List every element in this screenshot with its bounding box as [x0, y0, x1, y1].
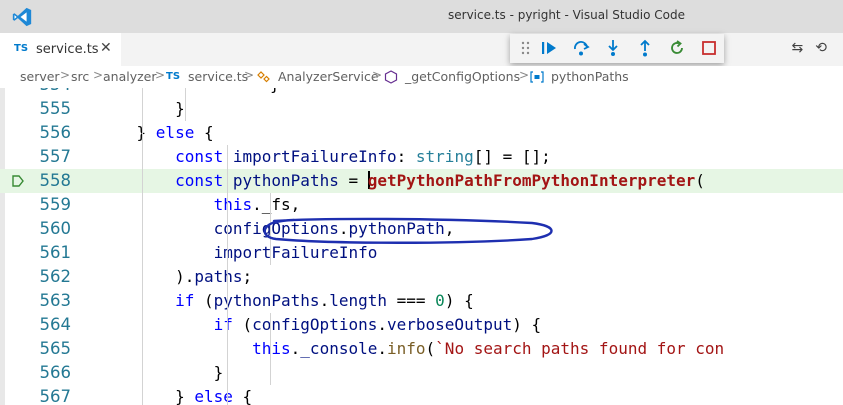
code-text: configOptions.pythonPath,: [213, 219, 455, 238]
title-bar: service.ts - pyright - Visual Studio Cod…: [0, 0, 843, 33]
breadcrumb-analyzer-service[interactable]: AnalyzerService: [278, 69, 379, 84]
code-text: this._console.info(`No search paths foun…: [252, 339, 725, 358]
line-number: 563: [39, 291, 72, 310]
code-line: 557 const importFailureInfo: string[] = …: [0, 145, 843, 169]
code-line: 566 }: [0, 361, 843, 385]
code-line-current: 558 const pythonPaths = getPythonPathFro…: [0, 169, 843, 193]
code-line: 560 configOptions.pythonPath,: [0, 217, 843, 241]
line-number: 564: [39, 315, 72, 334]
compare-changes-icon[interactable]: ⇆: [792, 40, 816, 56]
line-number: 555: [39, 99, 72, 118]
line-number: 554: [10, 88, 72, 97]
code-line: 562 ).paths;: [0, 265, 843, 289]
breadcrumb-src[interactable]: src: [71, 69, 89, 84]
code-text: }: [175, 99, 185, 118]
debug-toolbar: [510, 34, 724, 63]
line-number: 557: [39, 147, 72, 166]
code-text: if (pythonPaths.length === 0) {: [175, 291, 474, 310]
breadcrumb-get-config-options[interactable]: _getConfigOptions: [405, 69, 520, 84]
window-title: service.ts - pyright - Visual Studio Cod…: [448, 8, 685, 22]
code-line: 564 if (configOptions.verboseOutput) {: [0, 313, 843, 337]
code-text: } else {: [136, 123, 214, 142]
code-text: } else {: [175, 387, 253, 405]
step-into-icon[interactable]: [603, 38, 623, 58]
line-number: 562: [39, 267, 72, 286]
breadcrumb-separator: >: [60, 68, 71, 82]
code-line: 563 if (pythonPaths.length === 0) {: [0, 289, 843, 313]
variable-icon: [530, 71, 544, 83]
breadcrumb-service-ts[interactable]: service.ts: [188, 69, 248, 84]
line-number: 565: [39, 339, 72, 358]
line-number: 559: [39, 195, 72, 214]
breadcrumb-separator: >: [244, 68, 255, 82]
typescript-file-icon: TS: [166, 71, 181, 82]
restart-icon[interactable]: [667, 38, 687, 58]
breadcrumb-analyzer[interactable]: analyzer: [103, 69, 157, 84]
indent-guide: [270, 193, 271, 265]
code-line: 555 }: [0, 97, 843, 121]
code-line: 556 } else {: [0, 121, 843, 145]
indent-guide: [185, 88, 186, 121]
line-number: 567: [39, 387, 72, 405]
code-text: this._fs,: [213, 195, 301, 214]
step-over-icon[interactable]: [571, 38, 591, 58]
indent-guide: [270, 313, 271, 385]
code-text: ).paths;: [175, 267, 253, 286]
code-line: 565 this._console.info(`No search paths …: [0, 337, 843, 361]
stop-icon[interactable]: [699, 38, 719, 58]
code-text: }: [213, 363, 224, 382]
breadcrumb-separator: >: [93, 68, 104, 82]
code-text: const pythonPaths = getPythonPathFromPyt…: [175, 171, 705, 190]
line-number: 558: [39, 171, 72, 190]
go-back-icon[interactable]: ⟲: [815, 40, 839, 56]
method-icon: [384, 70, 398, 84]
line-number: 561: [39, 243, 72, 262]
code-line: 559 this._fs,: [0, 193, 843, 217]
typescript-file-icon: TS: [14, 43, 29, 54]
continue-icon[interactable]: [539, 38, 559, 58]
class-icon: [257, 71, 270, 83]
breadcrumb-python-paths[interactable]: pythonPaths: [551, 69, 629, 84]
code-text: }: [98, 88, 843, 97]
tab-label: service.ts: [36, 42, 99, 57]
line-number: 566: [39, 363, 72, 382]
breadcrumb-separator: >: [372, 68, 383, 82]
indent-guide: [142, 88, 143, 405]
code-line: 567 } else {: [0, 385, 843, 405]
line-number: 560: [39, 219, 72, 238]
step-out-icon[interactable]: [635, 38, 655, 58]
editor-actions: ⇆⟲: [792, 40, 839, 56]
code-line: 554 }: [0, 88, 843, 97]
breadcrumb-separator: >: [519, 68, 530, 82]
tab-service-ts[interactable]: TS service.ts ✕: [0, 33, 121, 66]
code-line: 561 importFailureInfo: [0, 241, 843, 265]
breadcrumb-server[interactable]: server: [20, 69, 60, 84]
indent-guide: [227, 145, 228, 405]
code-editor[interactable]: 554 } 555 } 556 } else { 557 const impor…: [0, 88, 843, 405]
code-text: importFailureInfo: [213, 243, 378, 262]
drag-handle-icon[interactable]: [516, 38, 536, 58]
code-text: const importFailureInfo: string[] = [];: [175, 147, 551, 166]
breadcrumb: server > src > analyzer > TS service.ts …: [0, 66, 843, 88]
line-number: 556: [39, 123, 72, 142]
close-icon[interactable]: ✕: [100, 40, 112, 56]
code-text: if (configOptions.verboseOutput) {: [213, 315, 542, 334]
breadcrumb-separator: >: [155, 68, 166, 82]
